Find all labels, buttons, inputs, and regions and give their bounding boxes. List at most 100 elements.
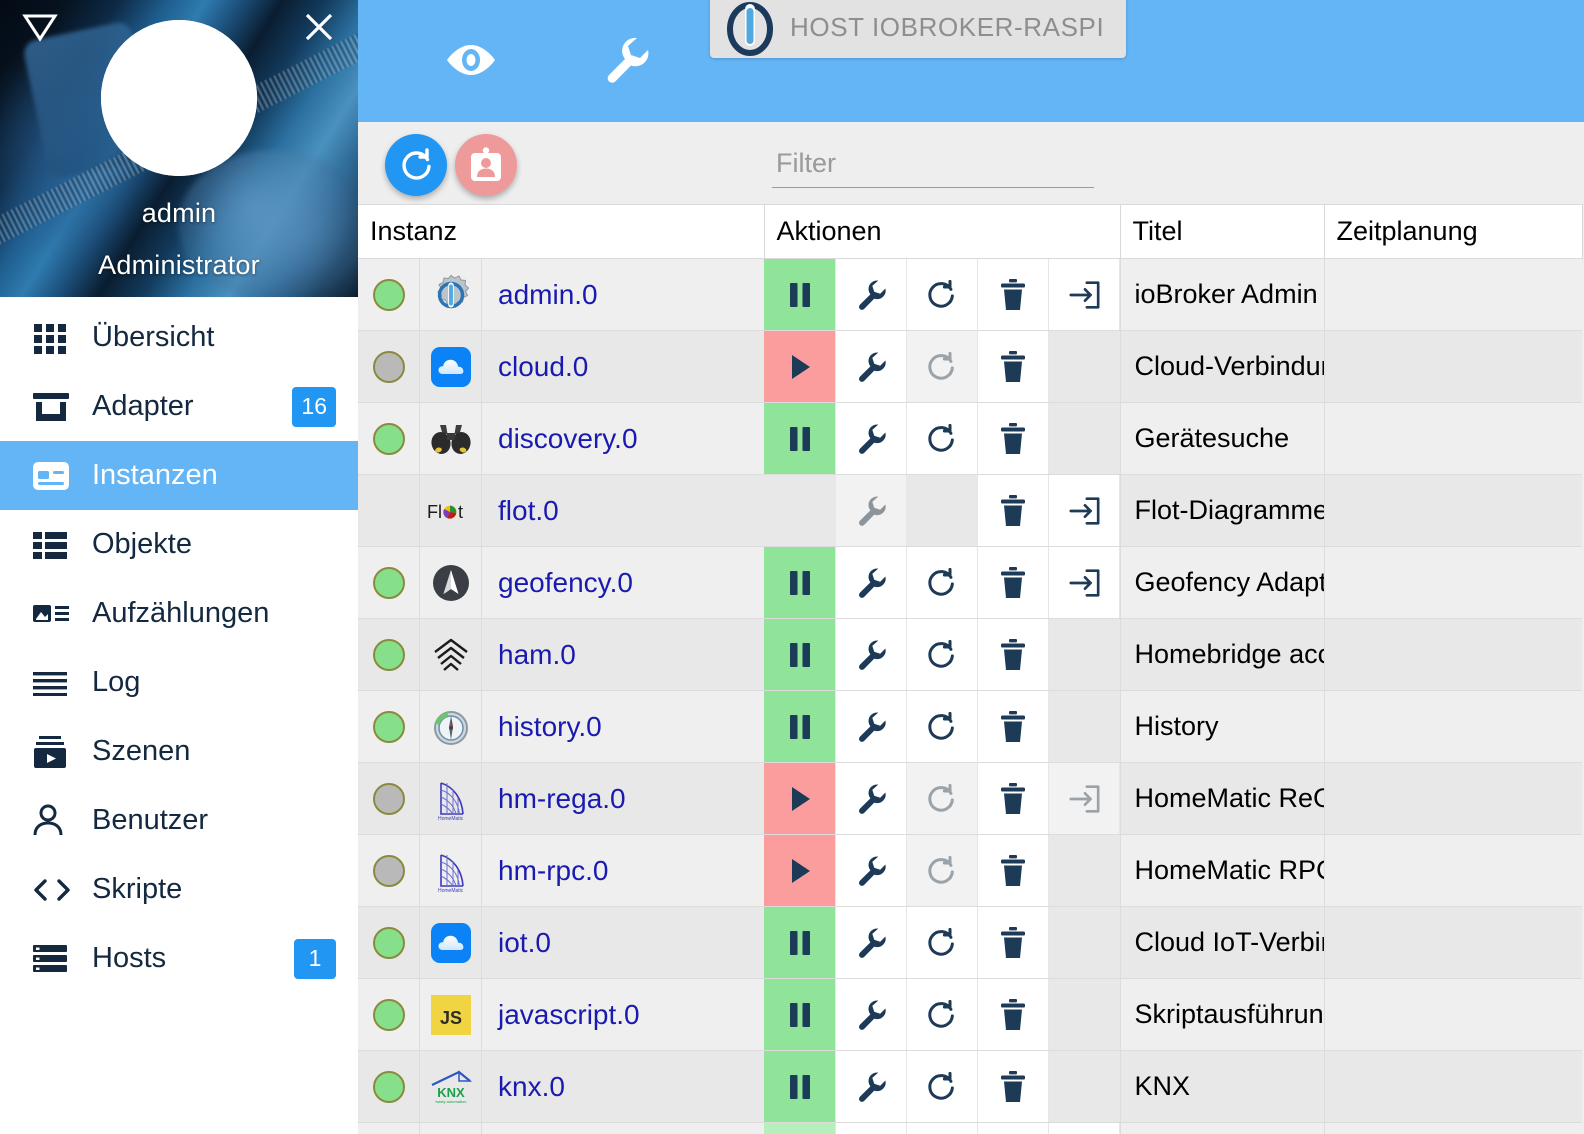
pause-button[interactable]	[764, 259, 836, 330]
host-chip[interactable]: HOST IOBROKER-RASPI	[710, 0, 1127, 58]
delete-button[interactable]	[978, 331, 1049, 402]
sidebar-item-aufzaehlungen[interactable]: Aufzählungen	[0, 579, 358, 648]
table-row[interactable]: discovery.0 Gerätesuche	[358, 402, 1582, 475]
pause-button[interactable]	[764, 547, 836, 618]
table-row[interactable]	[358, 1122, 1582, 1134]
sidebar-item-log[interactable]: Log	[0, 648, 358, 717]
instance-name-link[interactable]: hm-rega.0	[482, 783, 626, 815]
schedule-cell[interactable]	[1324, 618, 1582, 691]
schedule-cell[interactable]	[1324, 258, 1582, 331]
avatar[interactable]	[101, 20, 257, 176]
schedule-cell[interactable]	[1324, 978, 1582, 1051]
delete-button[interactable]	[978, 475, 1049, 546]
table-row[interactable]: geofency.0 Geofency Adapter	[358, 546, 1582, 619]
restart-button[interactable]	[907, 691, 978, 762]
refresh-button[interactable]	[385, 134, 447, 196]
settings-button[interactable]	[836, 835, 907, 906]
restart-button[interactable]	[907, 979, 978, 1050]
sidebar-item-adapter[interactable]: Adapter 16	[0, 372, 358, 441]
sidebar-item-szenen[interactable]: Szenen	[0, 717, 358, 786]
table-row[interactable]: iot.0 Cloud IoT-Verbindung	[358, 906, 1582, 979]
pause-button[interactable]	[764, 907, 836, 978]
table-row[interactable]: JS javascript.0 Skriptausführung	[358, 978, 1582, 1051]
triangle-down-icon[interactable]	[22, 12, 58, 42]
sidebar-item-instanzen[interactable]: Instanzen	[0, 441, 358, 510]
sidebar-item-uebersicht[interactable]: Übersicht	[0, 303, 358, 372]
pause-button[interactable]	[764, 1123, 836, 1134]
settings-button[interactable]	[836, 331, 907, 402]
schedule-cell[interactable]	[1324, 762, 1582, 835]
play-button[interactable]	[764, 331, 836, 402]
sidebar-item-skripte[interactable]: Skripte	[0, 855, 358, 924]
schedule-cell[interactable]	[1324, 690, 1582, 763]
open-link-button[interactable]	[1049, 1123, 1120, 1134]
delete-button[interactable]	[978, 259, 1049, 330]
instance-name-link[interactable]: flot.0	[482, 495, 559, 527]
pause-button[interactable]	[764, 1051, 836, 1122]
delete-button[interactable]	[978, 403, 1049, 474]
pause-button[interactable]	[764, 619, 836, 690]
schedule-cell[interactable]	[1324, 474, 1582, 547]
filter-input[interactable]	[772, 140, 1094, 187]
delete-button[interactable]	[978, 835, 1049, 906]
table-row[interactable]: ham.0 Homebridge accessory	[358, 618, 1582, 691]
delete-button[interactable]	[978, 619, 1049, 690]
instance-name-link[interactable]: history.0	[482, 711, 602, 743]
restart-button[interactable]	[907, 1051, 978, 1122]
filter-field[interactable]	[772, 140, 1094, 188]
pause-button[interactable]	[764, 403, 836, 474]
instance-name-link[interactable]: hm-rpc.0	[482, 855, 608, 887]
delete-button[interactable]	[978, 1123, 1049, 1134]
restart-button[interactable]	[907, 907, 978, 978]
eye-icon[interactable]	[443, 32, 499, 88]
delete-button[interactable]	[978, 907, 1049, 978]
table-row[interactable]: HomeMatic hm-rega.0 HomeMatic ReGaHSS	[358, 762, 1582, 835]
table-row[interactable]: HomeMatic hm-rpc.0 HomeMatic RPC	[358, 834, 1582, 907]
contact-card-button[interactable]	[455, 134, 517, 196]
delete-button[interactable]	[978, 547, 1049, 618]
sidebar-item-objekte[interactable]: Objekte	[0, 510, 358, 579]
delete-button[interactable]	[978, 979, 1049, 1050]
instance-name-link[interactable]: ham.0	[482, 639, 576, 671]
settings-button[interactable]	[836, 1123, 907, 1134]
settings-button[interactable]	[836, 979, 907, 1050]
restart-button[interactable]	[907, 403, 978, 474]
settings-button[interactable]	[836, 763, 907, 834]
instance-name-link[interactable]: admin.0	[482, 279, 598, 311]
play-button[interactable]	[764, 763, 836, 834]
delete-button[interactable]	[978, 1051, 1049, 1122]
open-link-button[interactable]	[1049, 547, 1120, 618]
open-link-button[interactable]	[1049, 259, 1120, 330]
schedule-cell[interactable]	[1324, 1050, 1582, 1123]
schedule-cell[interactable]	[1324, 330, 1582, 403]
close-icon[interactable]	[302, 10, 336, 44]
instance-name-link[interactable]: iot.0	[482, 927, 551, 959]
instance-name-link[interactable]: discovery.0	[482, 423, 638, 455]
column-header-instanz[interactable]: Instanz	[358, 204, 765, 259]
table-row[interactable]: KNX twisty automation knx.0 KNX	[358, 1050, 1582, 1123]
sidebar-item-hosts[interactable]: Hosts 1	[0, 924, 358, 993]
open-link-button[interactable]	[1049, 475, 1120, 546]
delete-button[interactable]	[978, 763, 1049, 834]
schedule-cell[interactable]	[1324, 546, 1582, 619]
restart-button[interactable]	[907, 547, 978, 618]
table-row[interactable]: history.0 History	[358, 690, 1582, 763]
restart-button[interactable]	[907, 619, 978, 690]
settings-button[interactable]	[836, 1051, 907, 1122]
restart-button[interactable]	[907, 259, 978, 330]
delete-button[interactable]	[978, 691, 1049, 762]
settings-button[interactable]	[836, 619, 907, 690]
settings-button[interactable]	[836, 547, 907, 618]
settings-button[interactable]	[836, 403, 907, 474]
table-row[interactable]: Fl t flot.0 Flot-Diagramme	[358, 474, 1582, 547]
schedule-cell[interactable]	[1324, 402, 1582, 475]
pause-button[interactable]	[764, 979, 836, 1050]
instance-name-link[interactable]: knx.0	[482, 1071, 565, 1103]
sidebar-item-benutzer[interactable]: Benutzer	[0, 786, 358, 855]
schedule-cell[interactable]	[1324, 906, 1582, 979]
column-header-titel[interactable]: Titel	[1120, 204, 1325, 259]
settings-button[interactable]	[836, 259, 907, 330]
settings-button[interactable]	[836, 691, 907, 762]
table-row[interactable]: admin.0 ioBroker Admin	[358, 258, 1582, 331]
column-header-aktionen[interactable]: Aktionen	[764, 204, 1121, 259]
